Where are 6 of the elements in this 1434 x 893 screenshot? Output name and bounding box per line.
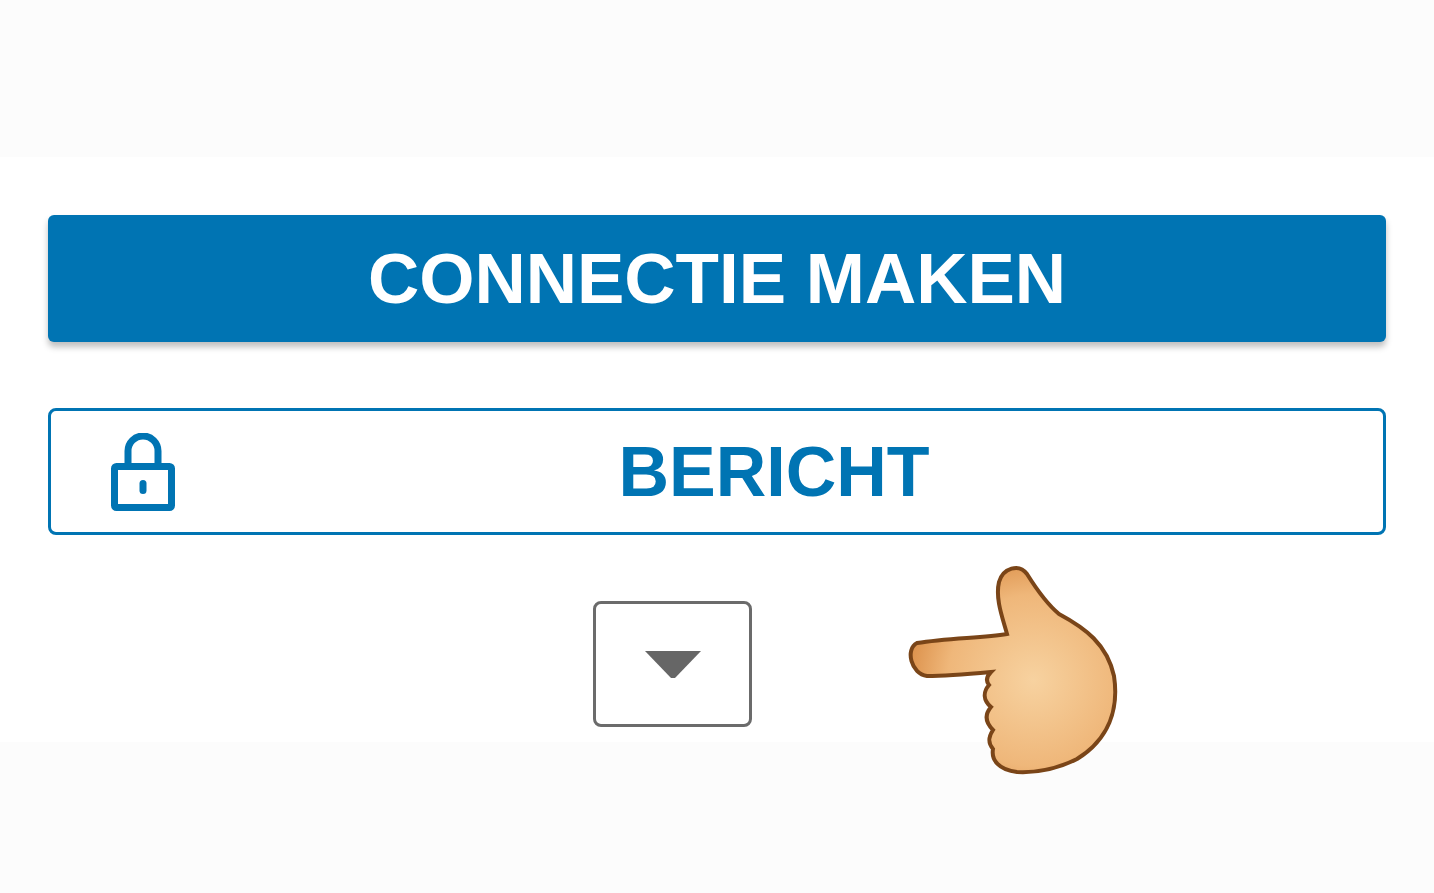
- lock-icon: [111, 432, 175, 511]
- connect-button[interactable]: CONNECTIE MAKEN: [48, 215, 1386, 342]
- dropdown-button[interactable]: [593, 601, 752, 727]
- pointing-hand-icon: [907, 564, 1119, 776]
- caret-down-icon: [644, 650, 701, 678]
- message-button[interactable]: BERICHT: [48, 408, 1386, 535]
